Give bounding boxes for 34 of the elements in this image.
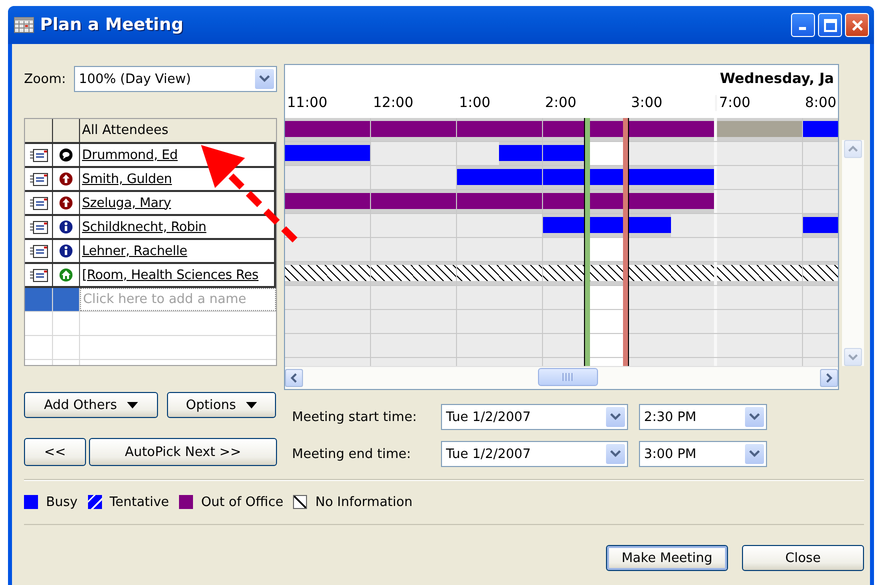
hour-label: 3:00 <box>629 95 717 111</box>
field-label: Meeting start time: <box>292 410 418 424</box>
button[interactable]: Make Meeting <box>606 545 728 571</box>
attendee-name[interactable]: Schildknecht, Robin <box>82 220 206 234</box>
column-header: All Attendees <box>82 123 168 138</box>
legend-label: Busy <box>46 494 78 510</box>
time-dropdown[interactable]: 3:00 PM <box>639 441 767 467</box>
hour-label: 11:00 <box>286 95 328 111</box>
dropdown-button[interactable]: Options <box>167 392 276 418</box>
hour-label: 12:00 <box>372 95 414 111</box>
attendee-name[interactable]: Drummond, Ed <box>82 148 178 162</box>
hour-label: 7:00 <box>718 95 752 111</box>
attendee-name[interactable]: Szeluga, Mary <box>82 196 172 210</box>
button[interactable]: Close <box>742 545 864 571</box>
field-label: Meeting end time: <box>292 446 412 462</box>
attendee-name[interactable]: Smith, Gulden <box>82 172 172 186</box>
window-title: Plan a Meeting <box>40 15 184 35</box>
legend-label: Tentative <box>110 494 170 510</box>
dropdown-button[interactable]: Add Others <box>24 392 158 418</box>
hour-label: 8:00 <box>804 95 838 111</box>
button[interactable]: AutoPick Next >> <box>89 438 277 466</box>
date-header: Wednesday, Ja <box>720 71 834 87</box>
legend-label: No Information <box>315 494 412 510</box>
legend-label: Out of Office <box>201 494 284 510</box>
time-dropdown[interactable]: 2:30 PM <box>639 404 767 430</box>
attendee-name[interactable]: Lehner, Rachelle <box>82 244 188 258</box>
hour-label: 2:00 <box>544 95 578 111</box>
zoom-label: Zoom: <box>24 72 66 86</box>
button[interactable]: << <box>24 438 86 466</box>
zoom-dropdown[interactable]: 100% (Day View) <box>74 66 277 92</box>
date-dropdown[interactable]: Tue 1/2/2007 <box>441 441 628 467</box>
attendee-name[interactable]: [Room, Health Sciences Res <box>82 268 258 282</box>
hour-label: 1:00 <box>458 95 492 111</box>
date-dropdown[interactable]: Tue 1/2/2007 <box>441 404 628 430</box>
